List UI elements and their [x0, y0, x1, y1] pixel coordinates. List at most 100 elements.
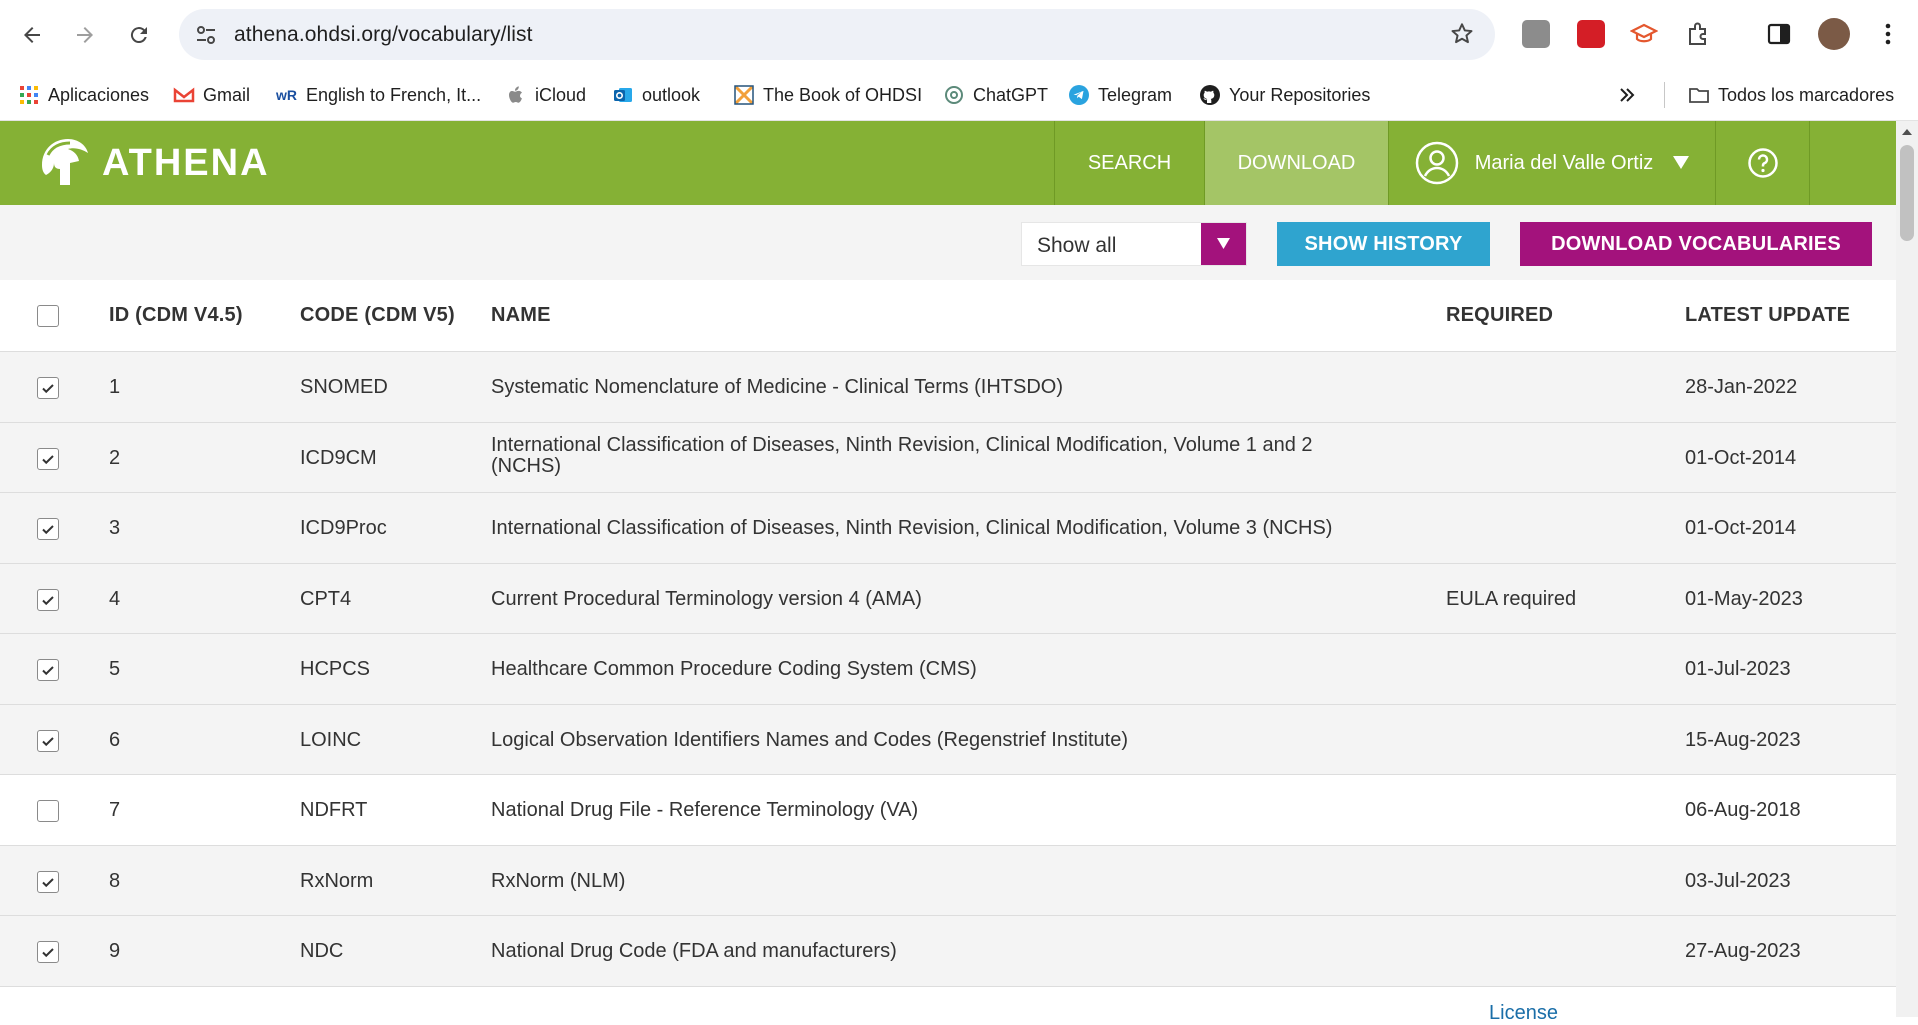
- back-button[interactable]: [14, 17, 50, 53]
- select-dropdown-button[interactable]: [1201, 223, 1246, 265]
- extension-gray-icon[interactable]: [1522, 20, 1550, 48]
- row-checkbox[interactable]: [37, 941, 59, 963]
- header-code[interactable]: CODE (CDM V5): [300, 304, 455, 327]
- help-button[interactable]: [1715, 121, 1809, 205]
- side-panel-icon[interactable]: [1765, 20, 1793, 48]
- all-bookmarks-button[interactable]: Todos los marcadores: [1688, 80, 1894, 110]
- cell-id: 9: [109, 940, 121, 962]
- nav-download[interactable]: DOWNLOAD: [1204, 121, 1388, 205]
- table-row[interactable]: 9 NDC National Drug Code (FDA and manufact…: [0, 916, 1896, 987]
- table-row[interactable]: 4 CPT4 Current Procedural Terminology vers…: [0, 563, 1896, 634]
- cell-name: International Classification of Diseases…: [491, 433, 1313, 477]
- table-row[interactable]: 1 SNOMED Systematic Nomenclature of Medici…: [0, 352, 1896, 423]
- checkmark-icon: [42, 595, 54, 605]
- cell-latest-update: 01-Oct-2014: [1685, 446, 1797, 469]
- cell-name: National Drug Code (FDA and manufacturer…: [491, 940, 897, 962]
- user-menu[interactable]: Maria del Valle Ortiz: [1388, 121, 1715, 205]
- cell-id: 1: [109, 376, 121, 398]
- page-scrollbar[interactable]: [1896, 121, 1918, 1017]
- extensions-puzzle-icon[interactable]: [1684, 20, 1712, 48]
- reload-button[interactable]: [121, 17, 157, 53]
- bookmark-your-repositories[interactable]: Your Repositories: [1199, 80, 1370, 110]
- cell-code: NDC: [300, 940, 344, 962]
- row-checkbox[interactable]: [37, 588, 59, 611]
- cell-code: ICD9Proc: [300, 517, 387, 539]
- bookmark-aplicaciones[interactable]: Aplicaciones: [18, 80, 149, 110]
- bookmark-telegram[interactable]: Telegram: [1068, 80, 1172, 110]
- cell-name: National Drug File - Reference Terminolo…: [491, 799, 919, 821]
- table-row[interactable]: 7 NDFRT National Drug File - Reference Ter…: [0, 775, 1896, 846]
- bookmark-book-of-ohdsi[interactable]: The Book of OHDSI: [733, 80, 922, 110]
- table-row[interactable]: 6 LOINC Logical Observation Identifiers Na…: [0, 704, 1896, 775]
- bookmark-wordreference[interactable]: wR English to French, It...: [276, 80, 481, 110]
- filter-select-value: Show all: [1037, 234, 1117, 257]
- row-checkbox[interactable]: [37, 659, 59, 681]
- row-checkbox[interactable]: [37, 518, 59, 540]
- more-bookmarks-button[interactable]: [1617, 80, 1637, 110]
- checkmark-icon: [42, 877, 54, 887]
- row-checkbox[interactable]: [37, 729, 59, 752]
- caret-down-icon: [1673, 156, 1690, 169]
- checkmark-icon: [42, 948, 54, 958]
- header-latest-update[interactable]: LATEST UPDATE: [1685, 304, 1850, 327]
- show-history-button[interactable]: SHOW HISTORY: [1277, 222, 1490, 266]
- nav-search[interactable]: SEARCH: [1054, 121, 1204, 205]
- forward-arrow-icon: [77, 27, 93, 43]
- chevron-double-right-icon: [1620, 88, 1635, 102]
- scroll-up-arrow-icon[interactable]: [1902, 129, 1912, 135]
- filter-select[interactable]: Show all: [1021, 222, 1247, 266]
- row-checkbox[interactable]: [37, 870, 59, 893]
- header-required[interactable]: REQUIRED: [1446, 304, 1553, 327]
- cell-id: 4: [109, 587, 121, 610]
- cell-latest-update: 01-May-2023: [1685, 587, 1803, 610]
- cell-latest-update: 03-Jul-2023: [1685, 869, 1791, 892]
- row-checkbox[interactable]: [37, 447, 59, 470]
- url-text[interactable]: athena.ohdsi.org/vocabulary/list: [234, 23, 533, 47]
- browser-menu-icon[interactable]: [1874, 20, 1902, 48]
- cell-code: RxNorm: [300, 869, 374, 892]
- spartan-helmet-icon: [42, 139, 88, 185]
- cell-code: CPT4: [300, 587, 352, 610]
- bookmark-icloud[interactable]: iCloud: [505, 80, 586, 110]
- caret-down-icon: [1217, 238, 1230, 249]
- cell-code: HCPCS: [300, 658, 371, 680]
- gmail-icon: [173, 87, 195, 103]
- table-row[interactable]: 3 ICD9Proc International Classification of…: [0, 493, 1896, 564]
- cell-name: Current Procedural Terminology version 4…: [491, 587, 922, 610]
- select-all-checkbox[interactable]: [37, 305, 59, 327]
- extension-mendeley-icon[interactable]: [1577, 20, 1605, 48]
- bookmark-chatgpt[interactable]: ChatGPT: [943, 80, 1048, 110]
- bookmark-outlook[interactable]: outlook: [612, 80, 700, 110]
- row-checkbox[interactable]: [37, 800, 59, 822]
- download-vocabularies-button[interactable]: DOWNLOAD VOCABULARIES: [1520, 222, 1872, 266]
- cell-id: 3: [109, 517, 121, 539]
- bookmark-star-icon[interactable]: [1449, 21, 1475, 47]
- cell-name: Systematic Nomenclature of Medicine - Cl…: [491, 376, 1064, 398]
- cell-name: RxNorm (NLM): [491, 869, 626, 892]
- table-header: ID (CDM V4.5) CODE (CDM V5) NAME REQUIRE…: [0, 280, 1896, 352]
- wordreference-icon: wR: [276, 87, 297, 103]
- extension-scholar-icon[interactable]: [1629, 20, 1659, 48]
- checkmark-icon: [42, 384, 54, 394]
- license-link[interactable]: License: [1489, 1002, 1558, 1025]
- bookmarks-bar: Aplicaciones Gmail wR English to French,…: [0, 70, 1918, 120]
- bookmark-gmail[interactable]: Gmail: [173, 80, 250, 110]
- site-settings-icon[interactable]: [193, 22, 219, 48]
- cell-id: 5: [109, 658, 121, 680]
- athena-header: ATHENA SEARCH DOWNLOAD Maria del Valle O…: [0, 121, 1896, 205]
- athena-logo[interactable]: ATHENA: [34, 135, 270, 191]
- chatgpt-icon: [945, 86, 963, 104]
- forward-button[interactable]: [67, 17, 103, 53]
- ohdsi-book-icon: [734, 85, 754, 105]
- table-row[interactable]: 8 RxNorm RxNorm (NLM) 03-Jul-2023: [0, 845, 1896, 916]
- row-checkbox[interactable]: [37, 377, 59, 399]
- table-row[interactable]: 5 HCPCS Healthcare Common Procedure Coding…: [0, 634, 1896, 705]
- outlook-icon: [614, 88, 632, 102]
- header-id[interactable]: ID (CDM V4.5): [109, 304, 243, 327]
- address-bar[interactable]: athena.ohdsi.org/vocabulary/list: [179, 9, 1495, 60]
- profile-avatar[interactable]: [1818, 18, 1850, 50]
- cell-latest-update: 01-Oct-2014: [1685, 517, 1797, 539]
- scroll-thumb[interactable]: [1900, 145, 1914, 241]
- header-name[interactable]: NAME: [491, 304, 551, 327]
- table-row[interactable]: 2 ICD9CM International Classification of D…: [0, 422, 1896, 493]
